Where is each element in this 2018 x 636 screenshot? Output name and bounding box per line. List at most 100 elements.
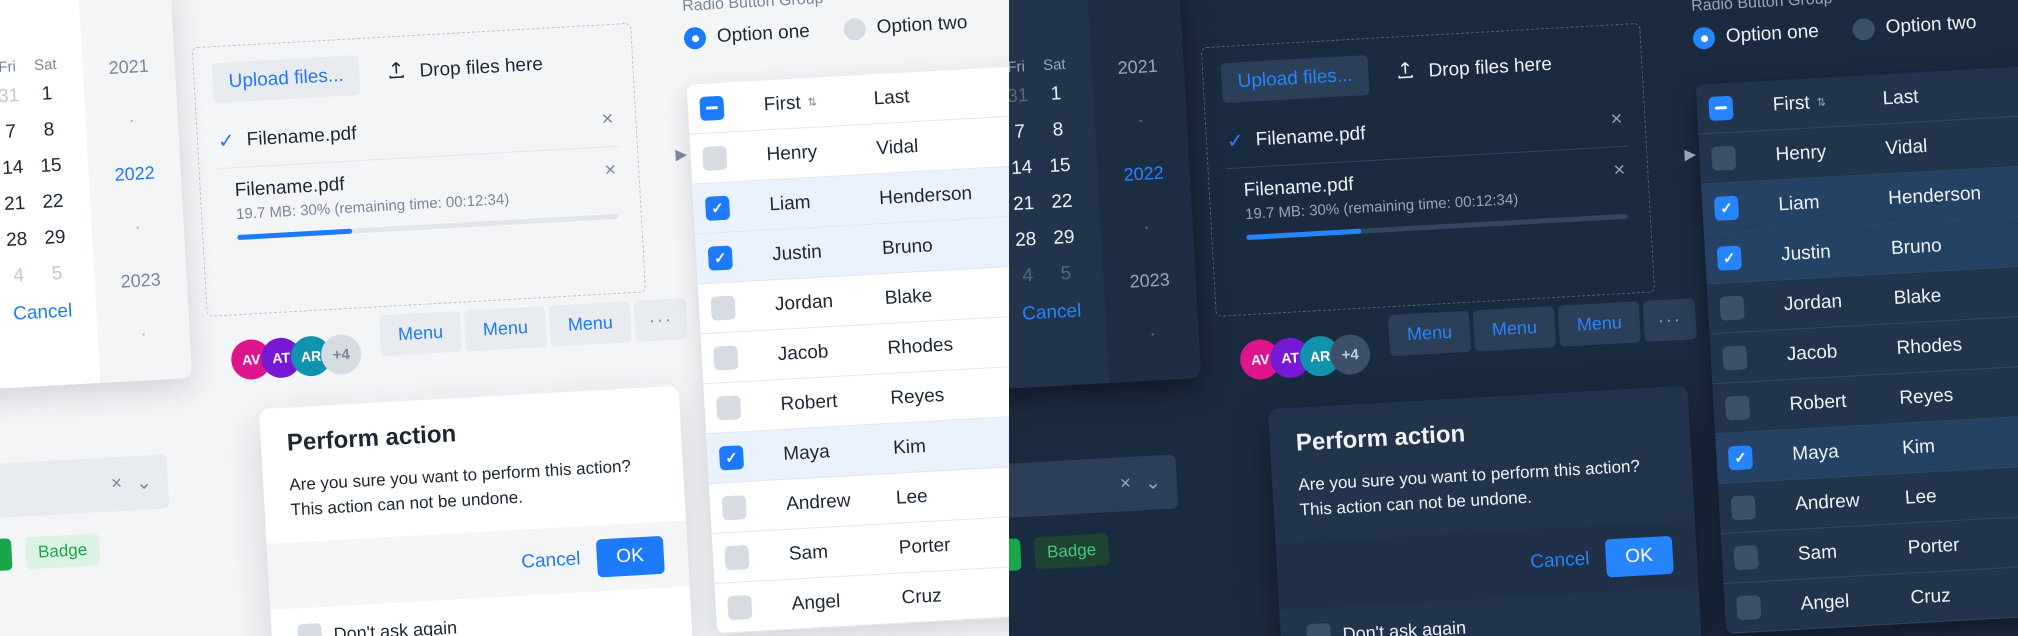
calendar-day[interactable]: 15 [1040,154,1079,178]
upload-files-button[interactable]: Upload files... [211,55,361,104]
remove-file-icon[interactable]: × [1610,108,1623,132]
calendar-day[interactable]: 21 [0,192,35,216]
calendar-day[interactable]: 28 [0,228,37,252]
calendar-day[interactable]: 7 [0,121,30,145]
calendar-year-option[interactable]: 2022 [1097,161,1190,187]
calendar-year-option[interactable]: 2024 [1109,375,1201,400]
calendar-year-option[interactable]: 2023 [1103,268,1196,294]
dialog-ok-button[interactable]: OK [1604,536,1674,578]
select-all-checkbox[interactable] [699,95,725,121]
row-checkbox[interactable] [1727,444,1754,470]
menu-more-button[interactable]: ··· [633,298,688,342]
row-checkbox[interactable] [1736,594,1762,620]
row-checkbox[interactable] [721,494,747,520]
row-checkbox[interactable] [727,594,753,620]
radio-button-group: Radio Button Group Option one Option two [1691,0,2018,50]
calendar-day[interactable]: 1 [1036,82,1075,106]
row-checkbox[interactable] [713,344,739,371]
uploaded-file-name: Filename.pdf [246,122,357,150]
dont-ask-checkbox[interactable] [1306,623,1332,636]
row-checkbox[interactable] [1711,145,1737,171]
calendar-year-option[interactable]: 2023 [94,268,187,294]
calendar-cancel-button[interactable]: Cancel [1022,300,1082,324]
row-checkbox[interactable] [1733,544,1759,570]
calendar-year-option[interactable]: 2021 [82,54,175,80]
calendar-day[interactable]: 14 [1009,156,1041,180]
row-checkbox[interactable] [1719,294,1745,321]
row-checkbox[interactable] [702,145,728,171]
table-scroll-arrow-icon[interactable]: ▶ [675,145,687,164]
calendar-day[interactable]: 31 [1009,85,1037,109]
calendar-day[interactable]: 29 [1044,226,1083,250]
calendar-day[interactable]: 5 [1046,262,1085,286]
column-header-first[interactable]: First ⇅ [1772,88,1883,116]
menu-button-1[interactable]: Menu [378,310,463,357]
upload-files-button[interactable]: Upload files... [1220,55,1370,104]
dialog-cancel-button[interactable]: Cancel [521,549,581,574]
column-header-last[interactable]: Last [873,76,1009,110]
cancel-upload-icon[interactable]: × [1613,159,1626,183]
radio-option-2[interactable]: Option two [1852,12,1977,41]
calendar-year-option[interactable]: 2024 [100,375,192,400]
row-checkbox[interactable] [1730,494,1756,520]
select-all-checkbox[interactable] [1708,95,1734,121]
row-checkbox[interactable] [710,294,736,321]
select-input[interactable]: Item × ⌄ [0,454,170,527]
chevron-down-icon[interactable]: ⌄ [135,471,152,495]
calendar-day[interactable]: 29 [35,226,74,250]
calendar-day[interactable]: 31 [0,85,28,109]
calendar-day[interactable]: 14 [0,156,32,180]
menu-button-1[interactable]: Menu [1387,310,1472,357]
menu-more-button[interactable]: ··· [1642,298,1697,342]
radio-option-2[interactable]: Option two [843,12,968,41]
cell-last-name: Blake [1893,284,1942,309]
calendar-day-grid: 2627282930311234567891011121314151617181… [0,82,77,299]
calendar-cancel-button[interactable]: Cancel [13,300,73,324]
calendar-day[interactable]: 7 [1009,121,1039,145]
cancel-upload-icon[interactable]: × [604,159,617,183]
calendar-day[interactable]: 21 [1009,192,1044,216]
radio-option-1[interactable]: Option one [1692,21,1819,50]
calendar-day[interactable]: 5 [37,262,76,286]
calendar-day[interactable]: 8 [1038,118,1077,142]
calendar-day[interactable]: 15 [31,154,70,178]
calendar-day[interactable]: 8 [29,118,68,142]
cell-first-name: Andrew [1794,489,1861,515]
calendar-title: January 2022 [0,11,63,55]
calendar-day[interactable]: 22 [33,190,72,214]
calendar-day[interactable]: 4 [1009,264,1048,288]
remove-file-icon[interactable]: × [601,108,614,132]
dialog-cancel-button[interactable]: Cancel [1530,549,1590,574]
table-scroll-arrow-icon[interactable]: ▶ [1684,145,1696,164]
row-checkbox[interactable] [1725,394,1751,421]
row-checkbox[interactable] [704,195,731,221]
radio-option-1[interactable]: Option one [683,21,810,50]
dont-ask-checkbox[interactable] [297,623,323,636]
chevron-down-icon[interactable]: ⌄ [1144,471,1161,495]
calendar-day[interactable]: 4 [0,264,39,288]
dialog-ok-button[interactable]: OK [595,536,665,578]
clear-selection-icon[interactable]: × [1119,473,1131,496]
calendar-year-option[interactable]: 2022 [88,161,181,187]
menu-button-2[interactable]: Menu [463,306,548,352]
file-dropzone[interactable]: Upload files... Drop files here ✓ Filename.… [191,22,647,317]
row-checkbox[interactable] [1716,244,1742,271]
calendar-day[interactable]: 28 [1009,228,1046,252]
row-checkbox[interactable] [1713,195,1740,221]
menu-button-2[interactable]: Menu [1472,306,1557,352]
row-checkbox[interactable] [716,394,742,421]
clear-selection-icon[interactable]: × [110,473,122,496]
row-checkbox[interactable] [718,444,745,470]
select-input[interactable]: Item × ⌄ [1009,454,1179,527]
column-header-first[interactable]: First ⇅ [763,88,874,116]
calendar-day[interactable]: 1 [27,82,66,106]
calendar-year-option[interactable]: 2021 [1091,54,1184,80]
column-header-last[interactable]: Last [1882,76,2018,110]
row-checkbox[interactable] [1722,344,1748,371]
menu-button-3[interactable]: Menu [548,301,632,347]
row-checkbox[interactable] [707,244,733,271]
row-checkbox[interactable] [724,544,750,570]
calendar-day[interactable]: 22 [1042,190,1081,214]
file-dropzone[interactable]: Upload files... Drop files here ✓ Filename.… [1200,22,1656,317]
menu-button-3[interactable]: Menu [1557,301,1641,347]
